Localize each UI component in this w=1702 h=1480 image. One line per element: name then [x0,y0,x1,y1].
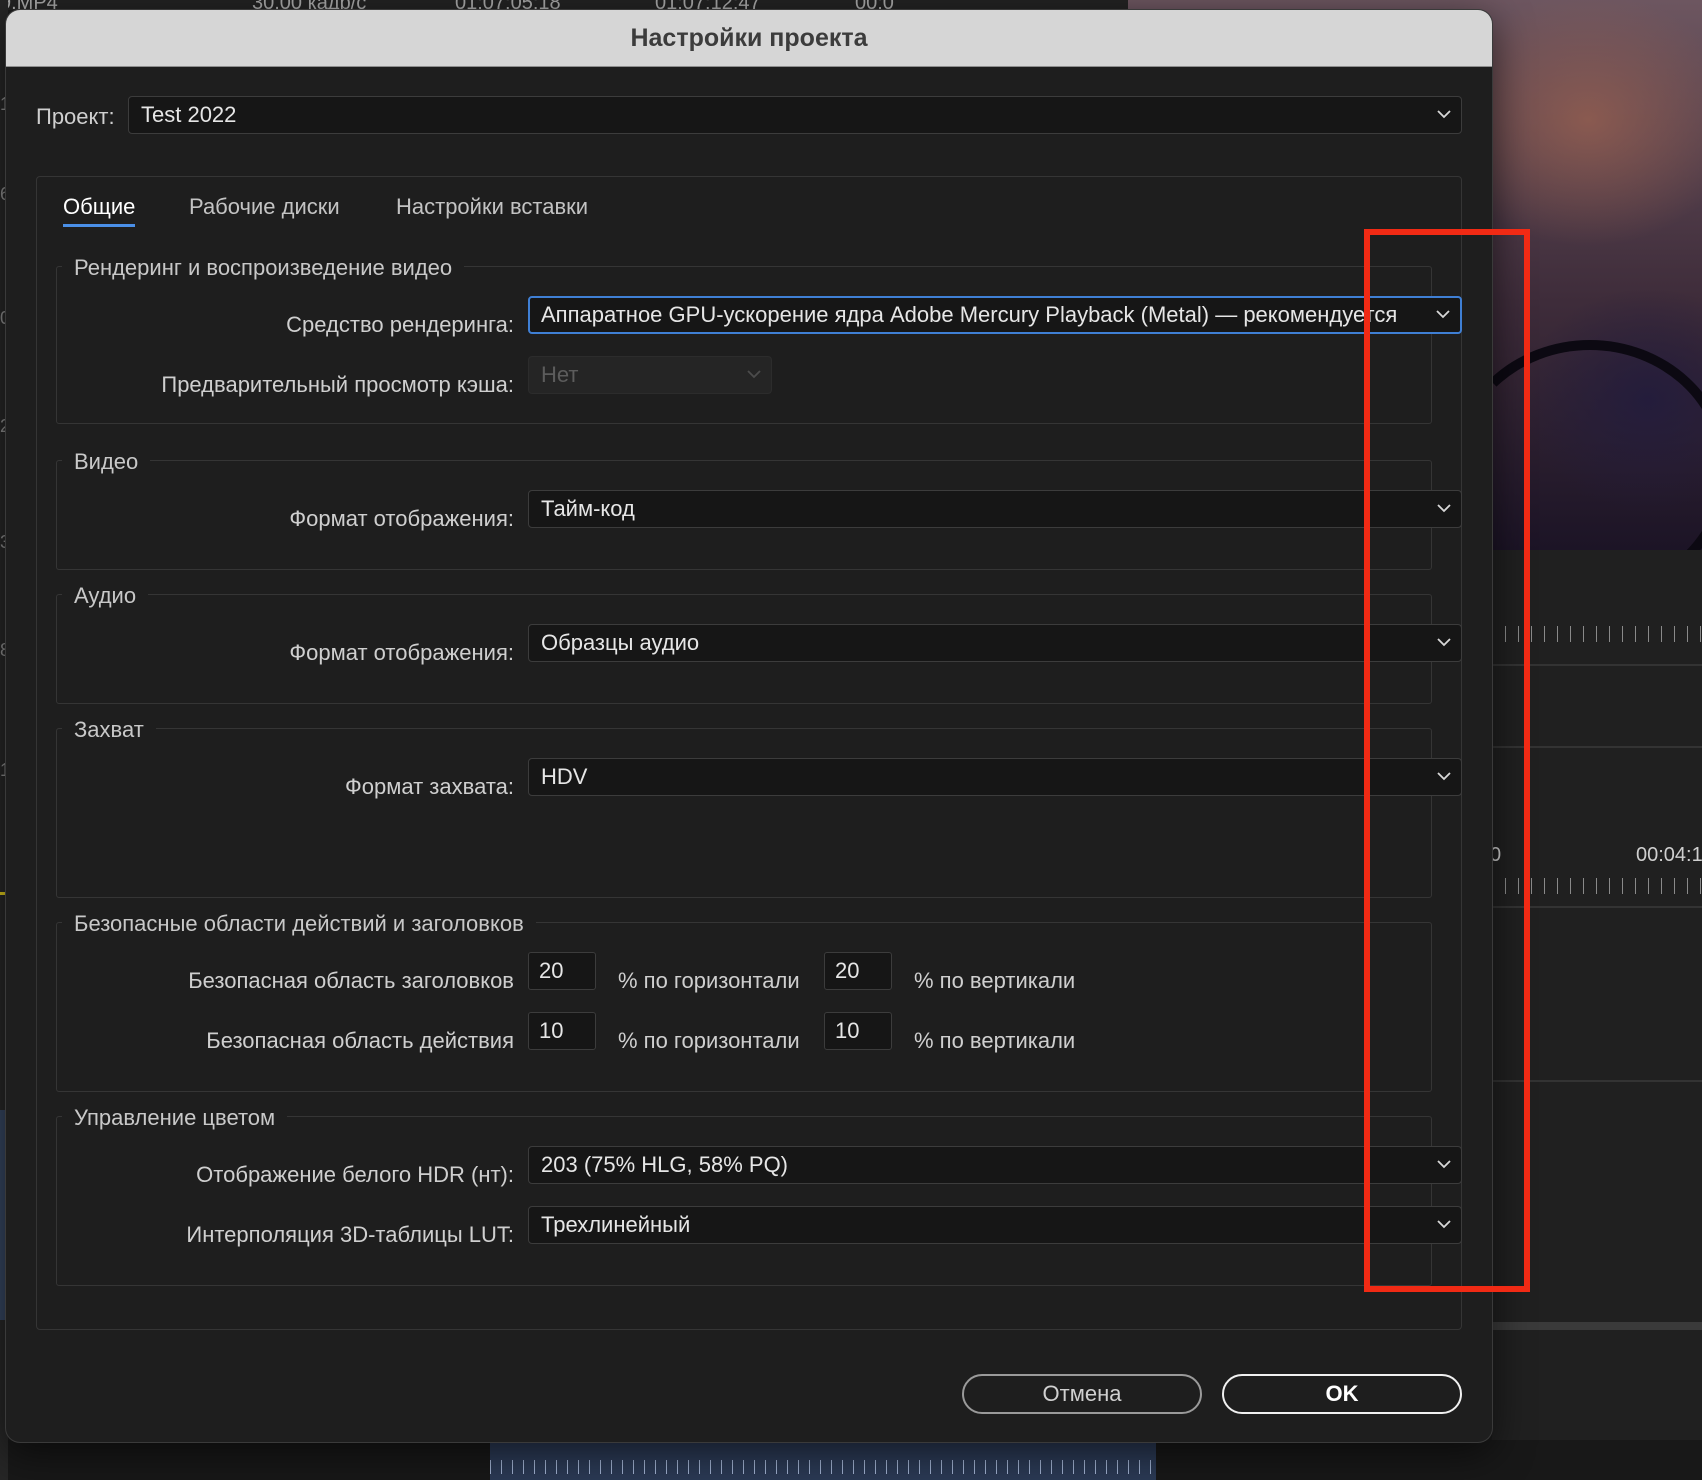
timeline-timecode: 00:04:1 [1636,844,1702,866]
hdr-white-dropdown[interactable]: 203 (75% HLG, 58% PQ) [528,1146,1462,1184]
timeline-scrollbar[interactable] [1492,1322,1702,1330]
capture-format-label: Формат захвата: [345,774,514,799]
render-group [56,266,1432,424]
lut-interpolation-label: Интерполяция 3D-таблицы LUT: [186,1222,514,1247]
project-dropdown[interactable]: Test 2022 [128,96,1462,134]
action-safe-vertical-input[interactable]: 10 [824,1012,892,1050]
action-safe-label: Безопасная область действия [206,1028,514,1053]
action-safe-horizontal-unit: % по горизонтали [618,1028,800,1053]
cache-preview-label: Предварительный просмотр кэша: [161,372,514,397]
dialog-title: Настройки проекта [6,10,1492,67]
tab-ingest-settings[interactable]: Настройки вставки [396,194,588,220]
project-label: Проект: [36,104,115,129]
safe-areas-group [56,922,1432,1092]
audio-group-title: Аудио [62,583,149,609]
video-format-dropdown[interactable]: Тайм-код [528,490,1462,528]
tab-scratch-disks[interactable]: Рабочие диски [189,194,340,220]
title-safe-vertical-unit: % по вертикали [914,968,1076,993]
audio-format-value: Образцы аудио [541,630,700,655]
color-management-group-title: Управление цветом [62,1105,288,1131]
cancel-button[interactable]: Отмена [962,1374,1202,1414]
renderer-dropdown[interactable]: Аппаратное GPU-ускорение ядра Adobe Merc… [528,296,1462,334]
cache-preview-dropdown: Нет [528,356,772,394]
capture-group [56,728,1432,898]
active-tab-indicator [63,224,135,227]
lut-interpolation-value: Трехлинейный [541,1212,691,1237]
safe-areas-group-title: Безопасные области действий и заголовков [62,911,536,937]
chevron-down-icon [747,367,761,381]
chevron-down-icon [1437,107,1451,121]
title-safe-label: Безопасная область заголовков [188,968,514,993]
capture-format-dropdown[interactable]: HDV [528,758,1462,796]
lut-interpolation-dropdown[interactable]: Трехлинейный [528,1206,1462,1244]
video-group-title: Видео [62,449,151,475]
render-group-title: Рендеринг и воспроизведение видео [62,255,465,281]
video-format-label: Формат отображения: [289,506,514,531]
audio-format-label: Формат отображения: [289,640,514,665]
highlight-annotation [1364,229,1530,1292]
audio-clip[interactable] [490,1440,1156,1480]
background-file-row [0,0,1130,10]
title-safe-horizontal-unit: % по горизонтали [618,968,800,993]
hdr-white-value: 203 (75% HLG, 58% PQ) [541,1152,789,1177]
cache-preview-value: Нет [541,362,579,387]
renderer-label: Средство рендеринга: [286,312,514,337]
hdr-white-label: Отображение белого HDR (нт): [196,1162,514,1187]
capture-group-title: Захват [62,717,156,743]
title-safe-horizontal-input[interactable]: 20 [528,952,596,990]
video-format-value: Тайм-код [541,496,635,521]
ok-button[interactable]: OK [1222,1374,1462,1414]
renderer-value: Аппаратное GPU-ускорение ядра Adobe Merc… [541,302,1398,327]
action-safe-vertical-unit: % по вертикали [914,1028,1076,1053]
audio-format-dropdown[interactable]: Образцы аудио [528,624,1462,662]
capture-format-value: HDV [541,764,588,789]
project-settings-dialog: Настройки проекта Проект: Test 2022 Общи… [6,10,1492,1442]
tab-general[interactable]: Общие [63,194,135,220]
color-management-group [56,1116,1432,1286]
action-safe-horizontal-input[interactable]: 10 [528,1012,596,1050]
project-value: Test 2022 [141,102,237,127]
title-safe-vertical-input[interactable]: 20 [824,952,892,990]
